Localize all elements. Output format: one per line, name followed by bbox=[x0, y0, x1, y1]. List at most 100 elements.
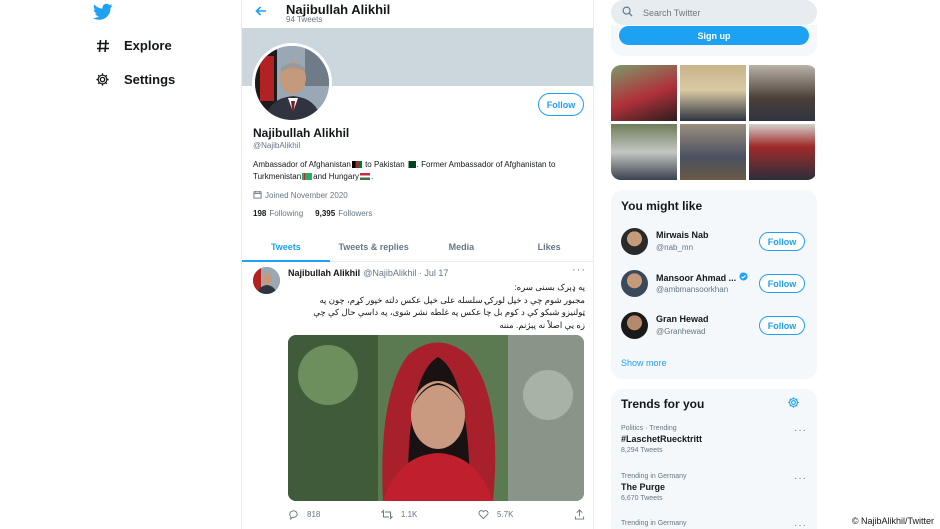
trend-item[interactable]: Trending in Germany The Purge 6,670 Twee… bbox=[621, 473, 807, 502]
media-thumb[interactable] bbox=[611, 65, 677, 121]
more-options-icon[interactable]: ··· bbox=[794, 425, 807, 436]
following-link[interactable]: 198 Following bbox=[253, 209, 303, 218]
tweet-handle-date[interactable]: @NajibAlikhil · Jul 17 bbox=[363, 268, 448, 278]
reply-icon bbox=[289, 510, 298, 520]
bio-part: to Pakistan bbox=[362, 160, 405, 169]
wtf-name: Mansoor Ahmad ... bbox=[656, 272, 737, 283]
profile-name: Najibullah Alikhil bbox=[253, 126, 350, 140]
trends-settings-icon[interactable] bbox=[787, 396, 801, 410]
followers-count: 9,395 bbox=[315, 209, 336, 218]
nav-settings[interactable]: Settings bbox=[94, 71, 175, 88]
tweet-header: Najibullah Alikhil @NajibAlikhil · Jul 17 bbox=[288, 268, 448, 278]
trend-category: Politics · Trending bbox=[621, 425, 677, 432]
following-count: 198 bbox=[253, 209, 267, 218]
follow-button[interactable]: Follow bbox=[759, 274, 805, 293]
pakistan-flag-icon bbox=[405, 161, 416, 169]
media-thumb[interactable] bbox=[680, 65, 746, 121]
more-options-icon[interactable]: ··· bbox=[794, 520, 807, 529]
wtf-name-wrap: Mansoor Ahmad ... bbox=[656, 272, 748, 283]
follow-button[interactable]: Follow bbox=[759, 316, 805, 335]
wtf-handle: @nab_mn bbox=[656, 243, 694, 252]
more-options-icon[interactable]: ··· bbox=[794, 473, 807, 484]
retweet-count: 1.1K bbox=[400, 510, 418, 519]
tab-likes[interactable]: Likes bbox=[505, 232, 593, 261]
tweet-author[interactable]: Najibullah Alikhil bbox=[288, 268, 360, 278]
retweet-button[interactable]: 1.1K bbox=[380, 509, 418, 520]
gear-icon bbox=[94, 71, 111, 88]
follow-stats: 198 Following 9,395 Followers bbox=[253, 209, 372, 218]
twitter-logo-icon[interactable] bbox=[92, 3, 113, 21]
tab-tweets[interactable]: Tweets bbox=[242, 232, 330, 262]
header-tweet-count: 94 Tweets bbox=[286, 15, 323, 24]
trend-category: Trending in Germany bbox=[621, 520, 687, 527]
avatar bbox=[621, 270, 648, 297]
trend-item[interactable]: Politics · Trending #LaschetRuecktritt 8… bbox=[621, 425, 807, 454]
bio-part: and Hungary bbox=[313, 172, 359, 181]
media-grid bbox=[611, 65, 817, 180]
follow-button[interactable]: Follow bbox=[538, 93, 584, 116]
profile-handle: @NajibAlikhil bbox=[253, 141, 301, 150]
wtf-name: Mirwais Nab bbox=[656, 230, 709, 240]
profile-tabs: Tweets Tweets & replies Media Likes bbox=[242, 232, 593, 262]
media-thumb[interactable] bbox=[749, 65, 815, 121]
afghanistan-flag-icon bbox=[351, 161, 362, 169]
profile-avatar[interactable] bbox=[252, 43, 332, 123]
media-thumb[interactable] bbox=[749, 124, 815, 180]
show-more-link[interactable]: Show more bbox=[621, 358, 667, 368]
avatar bbox=[621, 312, 648, 339]
wtf-handle: @ambmansoorkhan bbox=[656, 285, 729, 294]
avatar bbox=[621, 228, 648, 255]
nav-explore-label: Explore bbox=[124, 38, 172, 53]
search-input[interactable] bbox=[643, 7, 793, 18]
verified-badge-icon bbox=[739, 272, 748, 283]
more-options-icon[interactable]: ··· bbox=[572, 264, 586, 276]
who-to-follow-panel: You might like Mirwais Nab @nab_mn Follo… bbox=[611, 190, 817, 379]
nav-explore[interactable]: Explore bbox=[94, 37, 172, 54]
tweet-actions: 818 1.1K 5.7K bbox=[288, 509, 585, 520]
followers-link[interactable]: 9,395 Followers bbox=[315, 209, 372, 218]
share-button[interactable] bbox=[574, 509, 585, 520]
profile-column: Najibullah Alikhil 94 Tweets Follow Naji… bbox=[241, 0, 594, 529]
wtf-name: Gran Hewad bbox=[656, 314, 709, 324]
bio-part: . bbox=[370, 172, 374, 181]
tab-media[interactable]: Media bbox=[418, 232, 506, 261]
signup-panel: Sign up bbox=[611, 25, 817, 56]
tweet-photo[interactable] bbox=[288, 335, 584, 501]
tweet-avatar[interactable] bbox=[253, 267, 280, 294]
trend-category: Trending in Germany bbox=[621, 473, 687, 480]
trend-name: The Purge bbox=[621, 482, 666, 492]
wtf-item[interactable]: Mansoor Ahmad ... @ambmansoorkhan Follow bbox=[621, 270, 807, 304]
wtf-item[interactable]: Gran Hewad @Granhewad Follow bbox=[621, 312, 807, 346]
joined-date: Joined November 2020 bbox=[265, 191, 348, 200]
follow-button[interactable]: Follow bbox=[759, 232, 805, 251]
like-button[interactable]: 5.7K bbox=[478, 509, 513, 520]
trends-title: Trends for you bbox=[621, 397, 705, 411]
wtf-handle: @Granhewad bbox=[656, 327, 706, 336]
trend-name: #LaschetRuecktritt bbox=[621, 434, 703, 444]
trend-count: 6,670 Tweets bbox=[621, 495, 663, 502]
tab-tweets-replies[interactable]: Tweets & replies bbox=[330, 232, 418, 261]
search-box[interactable] bbox=[611, 0, 817, 25]
back-arrow-icon[interactable] bbox=[254, 4, 268, 18]
signup-button[interactable]: Sign up bbox=[619, 26, 809, 45]
wtf-title: You might like bbox=[621, 199, 703, 213]
wtf-item[interactable]: Mirwais Nab @nab_mn Follow bbox=[621, 228, 807, 262]
profile-header-bar: Najibullah Alikhil 94 Tweets bbox=[242, 0, 593, 28]
media-thumb[interactable] bbox=[611, 124, 677, 180]
reply-count: 818 bbox=[307, 510, 321, 519]
following-label: Following bbox=[269, 209, 304, 218]
tweet-text: په ډېرک بسنی سره: مجبور شوم چې د خپل لور… bbox=[288, 281, 585, 331]
media-thumb[interactable] bbox=[680, 124, 746, 180]
reply-button[interactable]: 818 bbox=[288, 509, 320, 520]
trends-panel: Trends for you Politics · Trending #Lasc… bbox=[611, 389, 817, 529]
followers-label: Followers bbox=[338, 209, 373, 218]
retweet-icon bbox=[380, 509, 393, 520]
hashtag-icon bbox=[94, 37, 111, 54]
trend-count: 8,294 Tweets bbox=[621, 447, 663, 454]
turkmenistan-flag-icon bbox=[302, 173, 313, 181]
tweet-line: مجبور شوم چې د خپل لورکۍ سلسله على خپل ع… bbox=[319, 294, 585, 305]
share-icon bbox=[574, 509, 585, 520]
tweet-line: زه یې اصلاً نه پېژنم. مننه bbox=[499, 319, 585, 330]
trend-item[interactable]: Trending in Germany ··· bbox=[621, 520, 807, 529]
tweet-line: په ډېرک بسنی سره: bbox=[514, 282, 585, 292]
